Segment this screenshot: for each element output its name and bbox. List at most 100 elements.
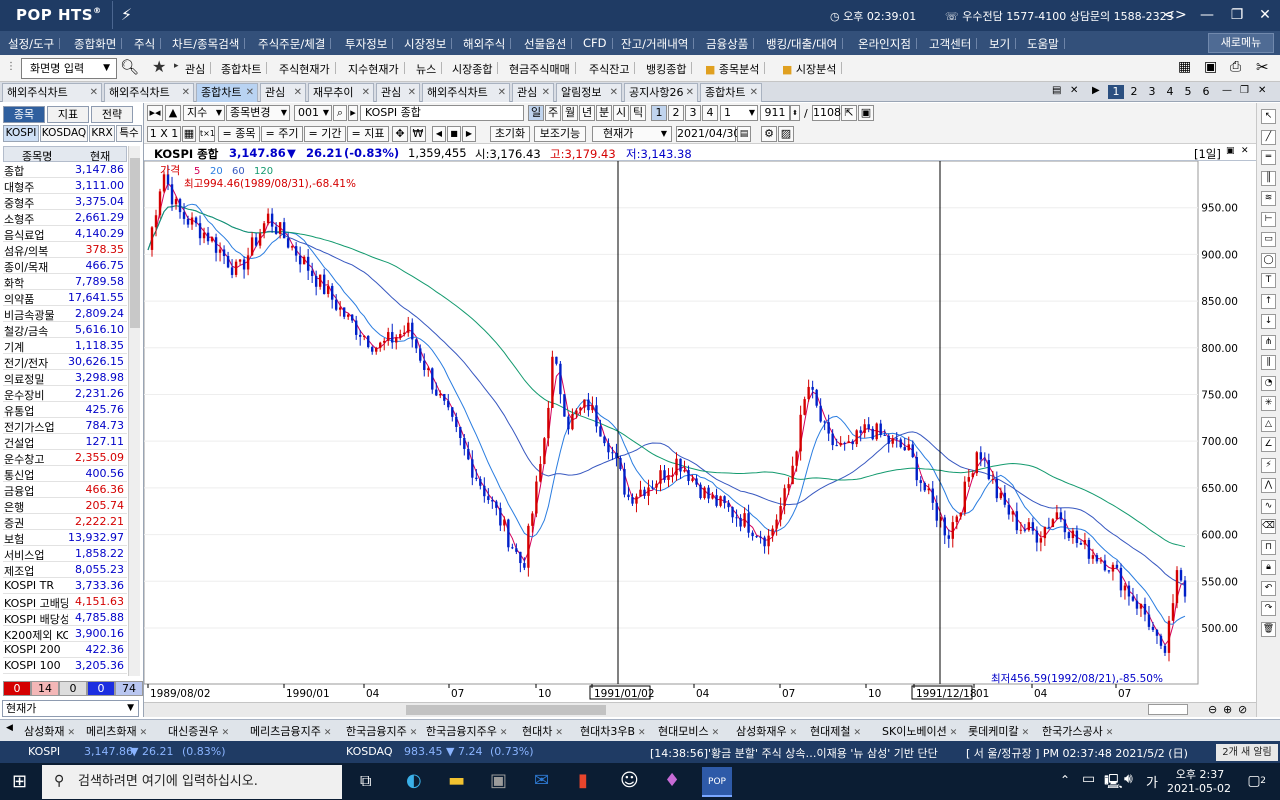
quick-news[interactable]: 뉴스 <box>416 61 443 77</box>
list-item[interactable]: KOSPI TR 3,733.36 <box>3 578 127 594</box>
magnet-icon[interactable]: ⊓ <box>1261 539 1276 555</box>
screen-name-input[interactable]: 화면명 입력 ▼ <box>21 58 117 79</box>
close-icon[interactable]: ✕ <box>712 728 720 738</box>
code-select[interactable]: 001 ▼ <box>294 105 332 121</box>
code-search-icon[interactable]: ⌕ <box>333 105 347 121</box>
market-special[interactable]: 특수 <box>116 125 142 142</box>
menu-market-info[interactable]: 시장정보 <box>404 36 453 52</box>
new-menu-button[interactable]: 새로메뉴 <box>1208 33 1274 53</box>
printer-icon[interactable]: ⎙ <box>1230 59 1241 75</box>
stockbar-left-icon[interactable]: ◀ <box>6 723 13 733</box>
collapse-up-icon[interactable]: ▲ <box>165 105 181 121</box>
erase-icon[interactable]: ⌫ <box>1261 519 1276 534</box>
arrow-up-icon[interactable]: ↑ <box>1261 293 1276 309</box>
taskbar-search[interactable]: ⚲ 검색하려면 여기에 입력하십시오. <box>42 765 342 799</box>
list-item[interactable]: 증권 2,222.21 <box>3 514 127 530</box>
list-item[interactable]: 통신업 400.56 <box>3 466 127 482</box>
trash-icon[interactable]: 🗑︎ <box>1261 621 1276 637</box>
star-icon[interactable]: ★ <box>152 57 166 76</box>
network-icon[interactable]: ▭ <box>1082 771 1095 787</box>
tab-watchlist-3[interactable]: 관심 ✕ <box>512 83 554 102</box>
page-5[interactable]: 5 <box>1180 85 1196 99</box>
tray-up-icon[interactable]: ⌃ <box>1060 773 1070 787</box>
tab-financials[interactable]: 재무추이 ✕ <box>308 83 374 102</box>
sync-stock-button[interactable]: = 종목 <box>218 126 260 142</box>
count-spinner-icon[interactable]: ⬍ <box>790 105 800 121</box>
close-icon[interactable]: ✕ <box>1022 728 1030 738</box>
num-1[interactable]: 1 <box>651 105 667 121</box>
stock-tab[interactable]: 한국금융지주우 ✕ <box>426 723 507 739</box>
trend-line-icon[interactable]: ╱ <box>1261 129 1276 145</box>
list-item[interactable]: KOSPI 고배당 4,151.63 <box>3 594 127 610</box>
list-item[interactable]: 소형주 2,661.29 <box>3 210 127 226</box>
crosshair-icon[interactable]: ✥ <box>392 126 408 142</box>
quick-cash-trade[interactable]: 현금주식매매 <box>509 61 576 77</box>
stock-tab[interactable]: 현대차 ✕ <box>522 723 563 739</box>
close-icon[interactable]: ✕ <box>950 728 958 738</box>
period-monthly[interactable]: 월 <box>562 105 578 121</box>
zoom-reset-icon[interactable]: ⊘ <box>1238 703 1247 716</box>
save-icon[interactable]: ▣ <box>858 105 874 121</box>
menu-foreign-stock[interactable]: 해외주식 <box>463 36 512 52</box>
scroll-right-icon[interactable]: ▶ <box>462 126 476 142</box>
tools-icon[interactable]: ✂ <box>1256 58 1269 76</box>
taskbar-time[interactable]: 오후 2:37 <box>1172 766 1228 782</box>
quick-chart[interactable]: 종합차트 <box>221 61 269 77</box>
num-4[interactable]: 4 <box>702 105 718 121</box>
menu-help[interactable]: 도움말 <box>1027 36 1065 52</box>
speed-icon[interactable]: ⚡ <box>1261 457 1276 473</box>
gann-icon[interactable]: ✳ <box>1261 396 1276 411</box>
tab-alerts[interactable]: 알림정보 ✕ <box>556 83 622 102</box>
list-item[interactable]: 전기가스업 784.73 <box>3 418 127 434</box>
price-chart[interactable]: 950.00 900.00 850.00 800.00 750.00 700.00 650.… <box>143 160 1256 701</box>
list-item[interactable]: KOSPI 배당성 4,785.88 <box>3 610 127 626</box>
vertical-line-icon[interactable]: ║ <box>1261 170 1276 186</box>
rectangle-icon[interactable]: ▭ <box>1261 232 1276 247</box>
quick-market[interactable]: 시장종합 <box>452 61 500 77</box>
page-2[interactable]: 2 <box>1126 85 1142 99</box>
grid-icon[interactable]: ▦ <box>182 126 196 142</box>
sync-range-button[interactable]: = 기간 <box>304 126 346 142</box>
list-item[interactable]: 제조업 8,055.23 <box>3 562 127 578</box>
pop-hts-app-icon[interactable]: POP <box>702 767 732 797</box>
num-input[interactable]: 1 ▼ <box>720 105 758 121</box>
taskbar-date[interactable]: 2021-05-02 <box>1166 782 1232 795</box>
list-item[interactable]: 화학 7,789.58 <box>3 274 127 290</box>
close-icon[interactable]: ✕ <box>853 728 861 738</box>
menu-chart-search[interactable]: 차트/종목검색 <box>172 36 246 52</box>
edge-icon[interactable]: ◐ <box>406 770 422 791</box>
close-icon[interactable]: ✕ <box>67 728 75 738</box>
list-item[interactable]: 철강/금속 5,616.10 <box>3 322 127 338</box>
tab-close-all-icon[interactable]: ✕ <box>1070 85 1078 96</box>
market-kosdaq[interactable]: KOSDAQ <box>40 125 88 142</box>
list-item[interactable]: 기계 1,118.35 <box>3 338 127 354</box>
stock-tab[interactable]: 메리츠화재 ✕ <box>86 723 147 739</box>
tab-foreign-chart-1[interactable]: 해외주식차트 ✕ <box>2 83 102 102</box>
menu-support[interactable]: 고객센터 <box>929 36 978 52</box>
close-icon[interactable]: ✕ <box>222 728 230 738</box>
list-item[interactable]: K200제외 KO 3,900.16 <box>3 626 127 642</box>
chart-close-icon[interactable]: ✕ <box>1241 146 1249 156</box>
menu-invest-info[interactable]: 투자정보 <box>345 36 394 52</box>
quick-market-analysis[interactable]: ■ 시장분석 <box>782 61 843 77</box>
new-alert-badge[interactable]: 2개 새 알림 <box>1216 744 1278 761</box>
menu-view[interactable]: 보기 <box>989 36 1017 52</box>
ruler-icon[interactable]: ⊢ <box>1261 211 1276 227</box>
list-scrollbar[interactable] <box>128 146 140 676</box>
search-icon[interactable]: 🔍︎ <box>120 58 139 76</box>
tab-strategy[interactable]: 전략 <box>91 106 133 123</box>
sync-period-button[interactable]: = 주기 <box>261 126 303 142</box>
menu-products[interactable]: 금융상품 <box>706 36 755 52</box>
zoom-in-icon[interactable]: ⊕ <box>1223 703 1232 716</box>
text-icon[interactable]: T <box>1261 273 1276 288</box>
menu-banking[interactable]: 뱅킹/대출/대여 <box>766 36 844 52</box>
task-view-icon[interactable]: ⧉ <box>360 771 371 791</box>
market-kospi[interactable]: KOSPI <box>3 125 39 142</box>
scroll-left-icon[interactable]: ◀ <box>432 126 446 142</box>
menu-order[interactable]: 주식주문/체결 <box>258 36 332 52</box>
tab-notices[interactable]: 공지사항26 ✕ <box>624 83 698 102</box>
stock-tab[interactable]: 한국금융지주 ✕ <box>346 723 417 739</box>
fibonacci-icon[interactable]: ≋ <box>1261 191 1276 206</box>
stock-tab[interactable]: 삼성화재 ✕ <box>24 723 75 739</box>
stock-tab[interactable]: 메리츠금융지주 ✕ <box>250 723 331 739</box>
